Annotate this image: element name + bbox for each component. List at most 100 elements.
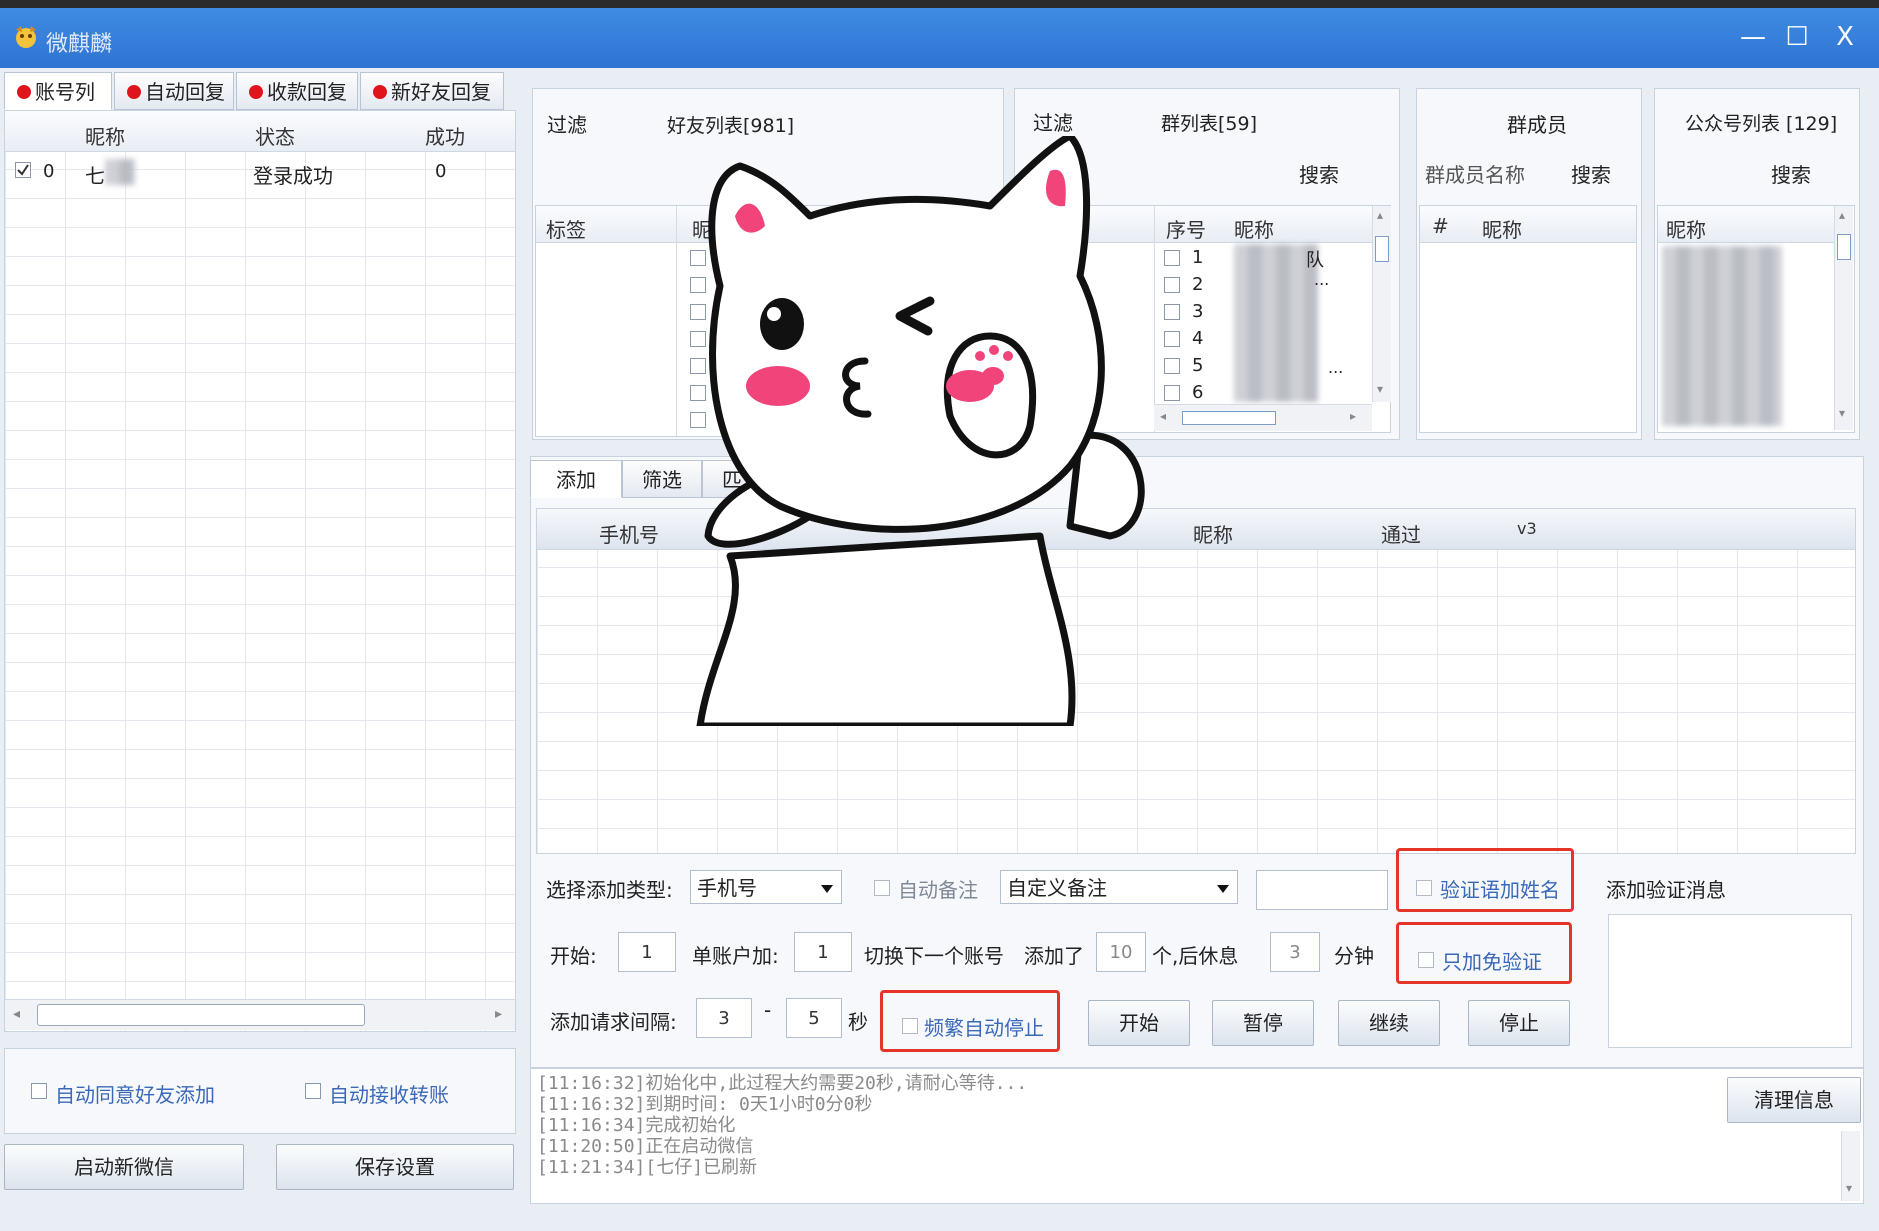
header-nick: 昵称 (1234, 218, 1274, 242)
row-checkbox[interactable] (15, 162, 31, 178)
tab-auto-reply[interactable]: 自动回复 (114, 72, 234, 110)
vertical-scrollbar[interactable]: ▴ ▾ (1834, 206, 1853, 430)
verify-name-checkbox[interactable] (1416, 880, 1432, 896)
scroll-thumb[interactable] (1375, 236, 1389, 262)
members-title: 群成员 (1507, 113, 1567, 137)
log-line: [11:16:32]到期时间: 0天1小时0分0秒 (537, 1094, 873, 1115)
scroll-down-icon[interactable]: ▾ (1846, 1181, 1852, 1195)
accounts-table: 昵称 状态 成功 0 七 登录成功 0 ◂ ▸ (4, 110, 516, 1032)
auto-accept-label[interactable]: 自动同意好友添加 (55, 1079, 215, 1108)
group-name-fragment: ... (1314, 270, 1330, 289)
minimize-button[interactable]: — (1736, 22, 1770, 52)
row-checkbox[interactable] (1164, 385, 1180, 401)
note-select[interactable]: 自定义备注 (1000, 870, 1238, 904)
save-settings-button[interactable]: 保存设置 (276, 1144, 514, 1190)
scroll-down-icon[interactable]: ▾ (1839, 406, 1845, 420)
auto-receive-checkbox[interactable] (305, 1083, 321, 1099)
group-search-link[interactable]: 搜索 (1299, 159, 1339, 188)
row-checkbox[interactable] (1164, 331, 1180, 347)
add-type-value: 手机号 (697, 876, 757, 900)
title-bar: 微麒麟 — ☐ X (0, 8, 1879, 68)
interval-max-input[interactable]: 5 (786, 998, 842, 1038)
horizontal-scrollbar[interactable]: ◂ ▸ (1154, 404, 1372, 431)
members-name-label: 群成员名称 (1425, 163, 1525, 187)
scroll-right-icon[interactable]: ▸ (1350, 409, 1356, 423)
scroll-up-icon[interactable]: ▴ (1839, 208, 1845, 222)
continue-button[interactable]: 继续 (1338, 1000, 1440, 1046)
auto-accept-checkbox[interactable] (31, 1083, 47, 1099)
table-row[interactable]: 0 七 登录成功 0 (5, 157, 515, 188)
chevron-down-icon (1217, 885, 1229, 893)
pause-button[interactable]: 暂停 (1212, 1000, 1314, 1046)
tab-label: 新好友回复 (391, 80, 491, 104)
log-line: [11:16:34]完成初始化 (537, 1115, 736, 1136)
scroll-down-icon[interactable]: ▾ (1377, 382, 1383, 396)
tab-new-friend-reply[interactable]: 新好友回复 (360, 72, 504, 110)
row-checkbox[interactable] (1164, 250, 1180, 266)
vertical-scrollbar[interactable]: ▴ ▾ (1372, 206, 1391, 402)
header-hash: # (1432, 214, 1449, 238)
tab-payment-reply[interactable]: 收款回复 (236, 72, 358, 110)
log-line: [11:16:32]初始化中,此过程大约需要20秒,请耐心等待... (537, 1073, 1028, 1094)
auto-note-label[interactable]: 自动备注 (898, 874, 978, 903)
verify-message-textarea[interactable] (1608, 914, 1852, 1048)
row-status: 登录成功 (253, 164, 333, 188)
stop-button[interactable]: 停止 (1468, 1000, 1570, 1046)
per-account-input[interactable]: 1 (794, 932, 852, 972)
add-type-select[interactable]: 手机号 (690, 870, 842, 904)
only-free-checkbox[interactable] (1418, 952, 1434, 968)
row-checkbox[interactable] (1164, 358, 1180, 374)
auto-receive-label[interactable]: 自动接收转账 (329, 1079, 449, 1108)
auto-stop-checkbox[interactable] (902, 1018, 918, 1034)
scroll-thumb[interactable] (37, 1004, 365, 1026)
only-free-label[interactable]: 只加免验证 (1442, 946, 1542, 975)
scroll-up-icon[interactable]: ▴ (1377, 208, 1383, 222)
tab-label: 账号列 (35, 80, 95, 104)
red-dot-icon (373, 85, 387, 99)
start-input[interactable]: 1 (618, 932, 676, 972)
added-label: 添加了 (1024, 944, 1084, 968)
cat-paw-toe (975, 351, 985, 361)
friend-filter-link[interactable]: 过滤 (547, 109, 587, 138)
members-search-link[interactable]: 搜索 (1571, 159, 1611, 188)
seconds-label: 秒 (848, 1010, 868, 1034)
close-button[interactable]: X (1828, 22, 1862, 52)
switch-account-label: 切换下一个账号 (864, 944, 1004, 968)
tab-add[interactable]: 添加 (530, 460, 622, 498)
scroll-thumb[interactable] (1182, 411, 1276, 425)
vertical-scrollbar[interactable]: ▾ (1841, 1131, 1860, 1201)
added-count-input[interactable]: 10 (1096, 932, 1146, 972)
header-success: 成功 (425, 125, 465, 149)
scroll-right-icon[interactable]: ▸ (495, 1006, 502, 1022)
launch-wechat-button[interactable]: 启动新微信 (4, 1144, 244, 1190)
official-search-link[interactable]: 搜索 (1771, 159, 1811, 188)
window-title: 微麒麟 (46, 32, 113, 57)
scroll-thumb[interactable] (1837, 234, 1851, 260)
row-checkbox[interactable] (1164, 277, 1180, 293)
accounts-header: 昵称 状态 成功 (5, 111, 515, 152)
scroll-left-icon[interactable]: ◂ (1160, 409, 1166, 423)
tab-accounts[interactable]: 账号列 (4, 72, 112, 110)
maximize-button[interactable]: ☐ (1780, 22, 1814, 52)
scroll-left-icon[interactable]: ◂ (13, 1006, 20, 1022)
cat-paw-toe (989, 345, 999, 355)
verify-name-label[interactable]: 验证语加姓名 (1440, 874, 1560, 903)
start-button[interactable]: 开始 (1088, 1000, 1190, 1046)
auto-note-checkbox[interactable] (874, 880, 890, 896)
cat-sticker (696, 136, 1145, 726)
group-filter-link[interactable]: 过滤 (1033, 107, 1073, 136)
interval-min-input[interactable]: 3 (696, 998, 752, 1038)
clear-log-button[interactable]: 清理信息 (1727, 1077, 1861, 1123)
row-seq: 3 (1192, 301, 1204, 322)
header-tag: 标签 (546, 218, 586, 242)
blurred-official-names (1662, 246, 1782, 426)
header-nick: 昵称 (1193, 523, 1233, 547)
group-list-title: 群列表[59] (1161, 113, 1258, 135)
note-input[interactable] (1256, 870, 1388, 910)
group-name-fragment: 队 (1306, 250, 1324, 271)
rest-minutes-input[interactable]: 3 (1270, 932, 1320, 972)
horizontal-scrollbar[interactable]: ◂ ▸ (5, 999, 515, 1030)
auto-stop-label[interactable]: 频繁自动停止 (924, 1012, 1044, 1041)
row-checkbox[interactable] (1164, 304, 1180, 320)
members-table-header: # 昵称 (1420, 206, 1636, 243)
